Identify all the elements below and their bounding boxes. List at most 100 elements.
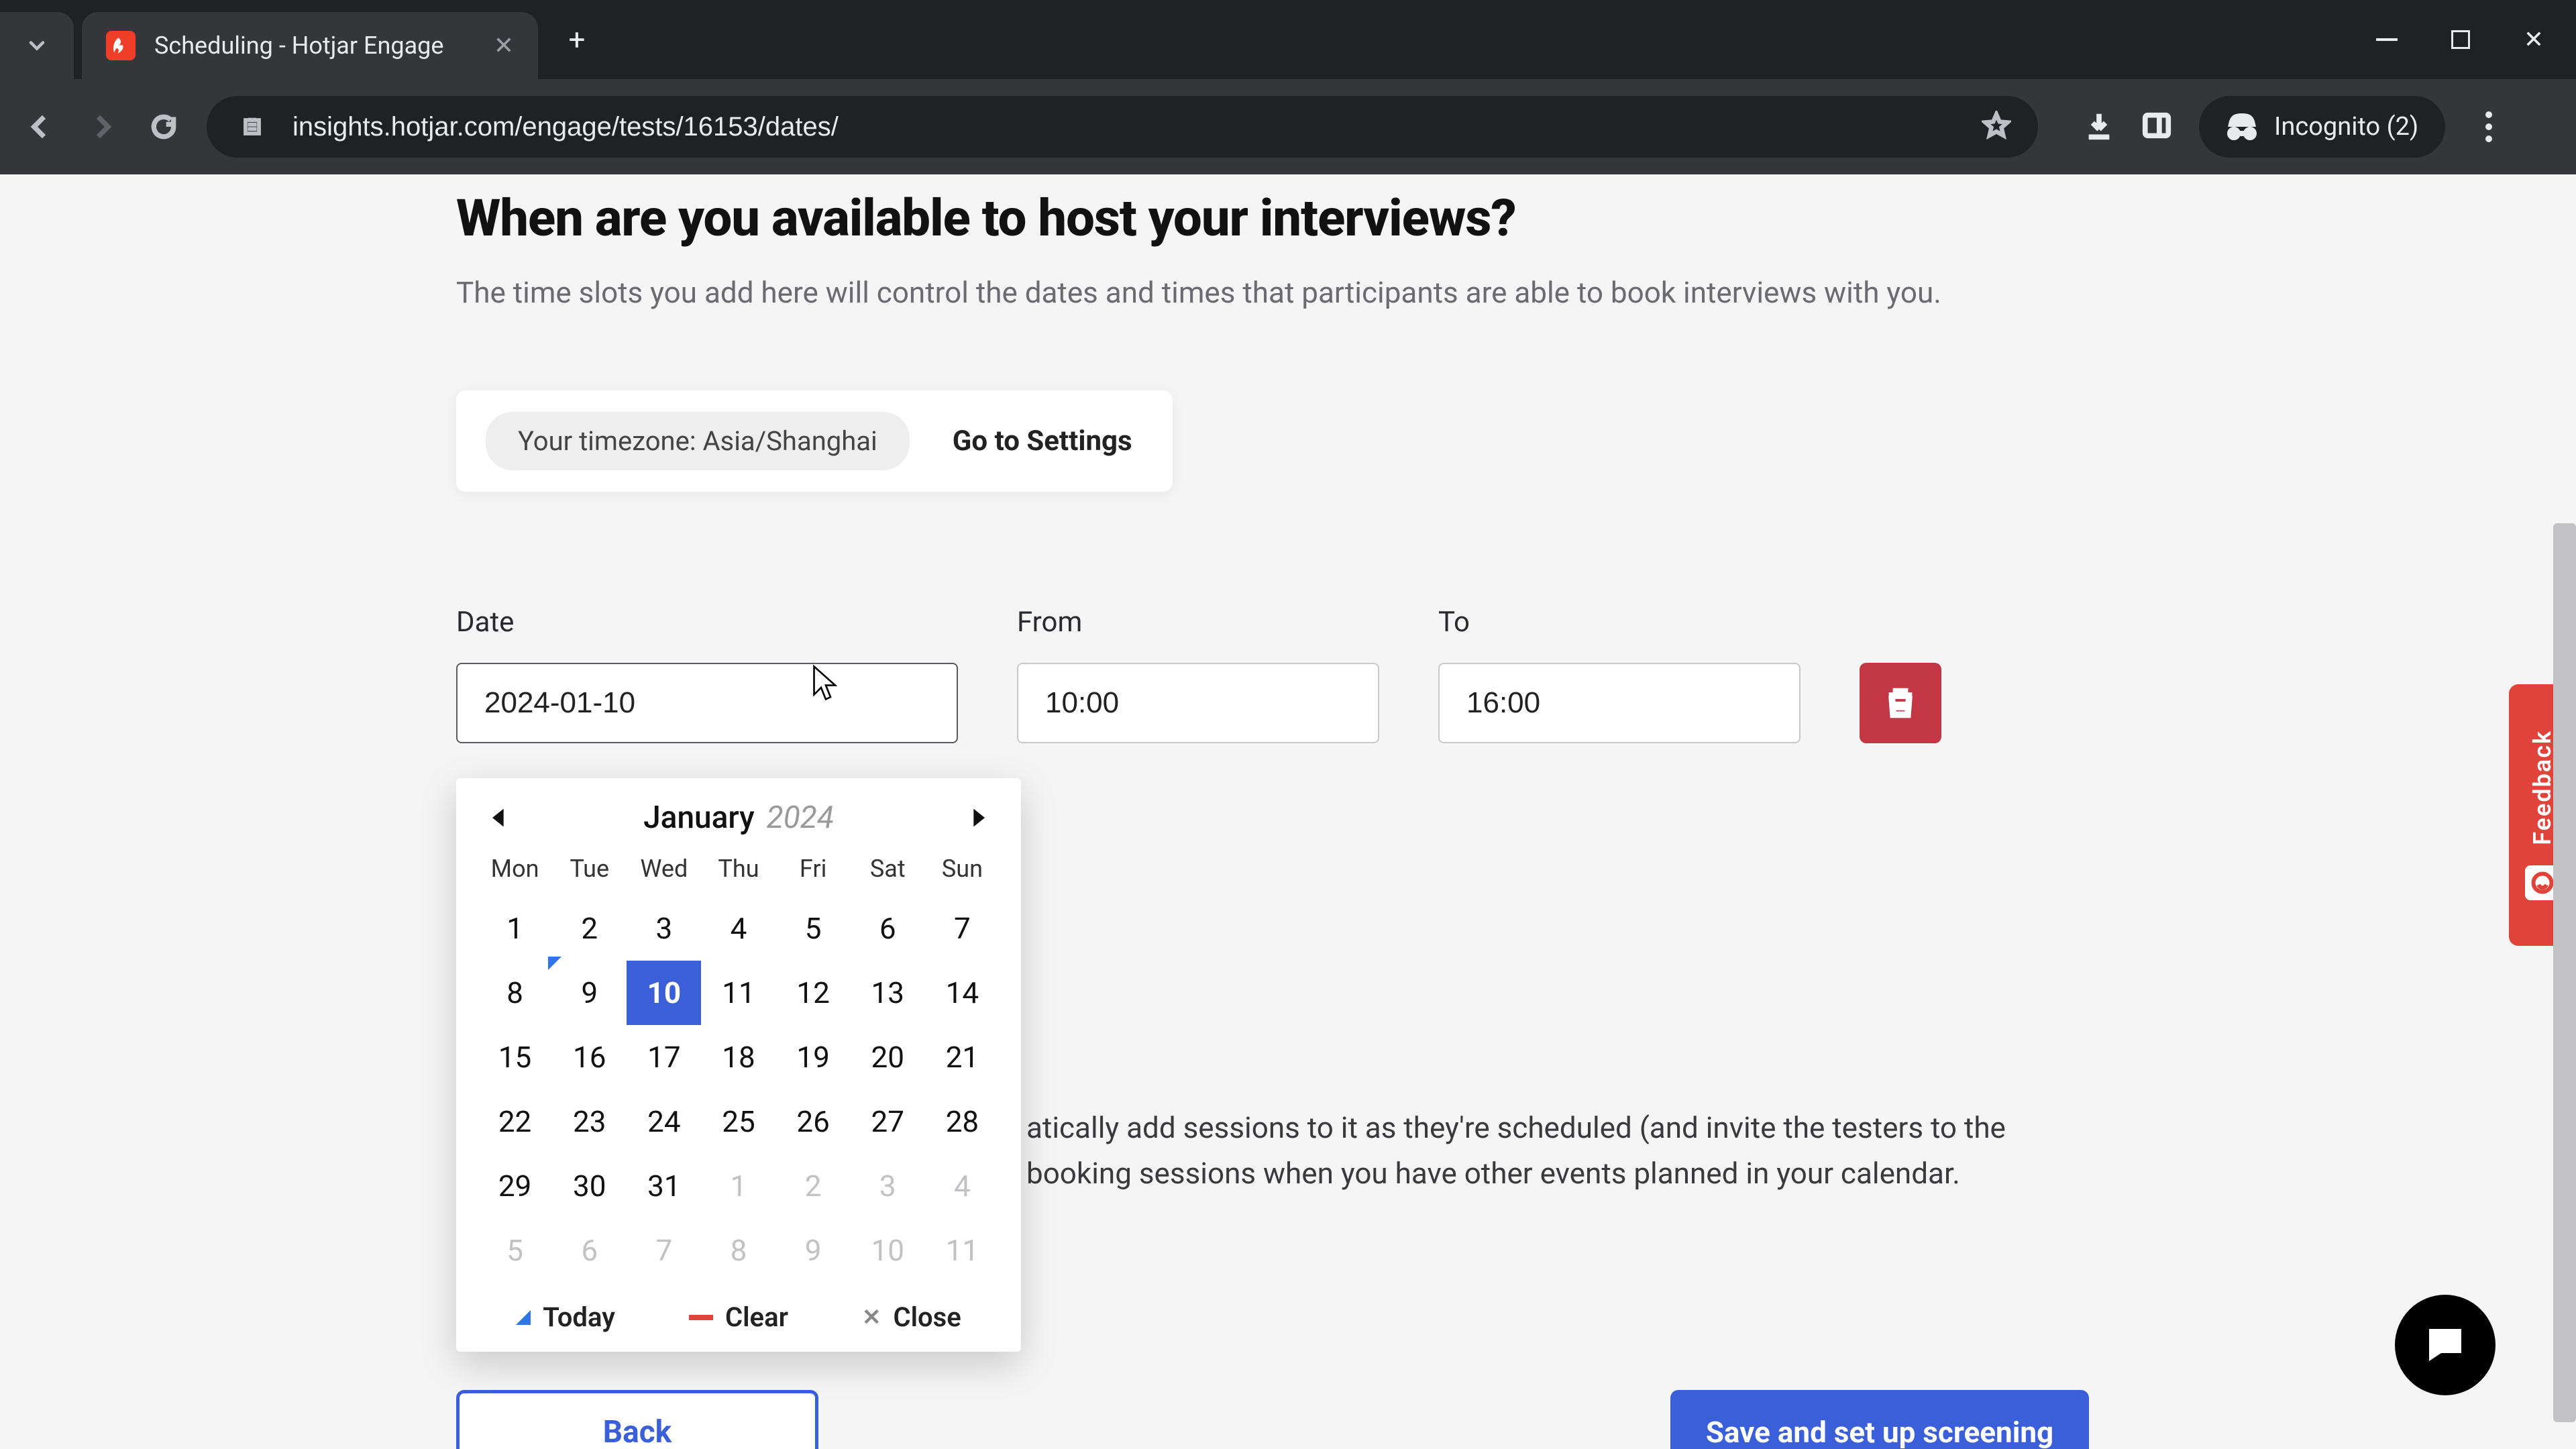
today-marker-icon [516,1310,531,1325]
calendar-day[interactable]: 4 [701,896,775,961]
close-marker-icon: ✕ [862,1304,881,1331]
calendar-day[interactable]: 12 [776,961,851,1025]
calendar-day[interactable]: 20 [851,1025,925,1089]
calendar-day: 9 [776,1218,851,1283]
calendar-day: 2 [776,1154,851,1218]
to-label: To [1438,606,1801,639]
reload-icon[interactable] [145,108,182,146]
calendar-today-button[interactable]: Today [516,1301,615,1333]
tab-close-icon[interactable]: ✕ [494,32,514,60]
date-input[interactable] [456,663,958,743]
calendar-day[interactable]: 29 [478,1154,552,1218]
incognito-label: Incognito (2) [2274,112,2418,142]
side-panel-icon[interactable] [2141,110,2172,144]
calendar-day[interactable]: 7 [925,896,1000,961]
calendar-day[interactable]: 3 [627,896,701,961]
address-bar[interactable] [207,96,2038,158]
window-close-icon[interactable]: ✕ [2524,25,2544,54]
settings-link[interactable]: Go to Settings [953,425,1132,458]
calendar-day[interactable]: 31 [627,1154,701,1218]
calendar-day[interactable]: 17 [627,1025,701,1089]
slot-row: Date From To [456,606,2093,743]
calendar-day: 7 [627,1218,701,1283]
calendar-close-button[interactable]: ✕Close [862,1301,961,1333]
timezone-card: Your timezone: Asia/Shanghai Go to Setti… [456,390,1173,492]
window-minimize-icon[interactable] [2376,38,2398,41]
calendar-day[interactable]: 5 [776,896,851,961]
calendar-day[interactable]: 22 [478,1089,552,1154]
browser-menu-icon[interactable] [2472,111,2506,142]
calendar-grid: MonTueWedThuFriSatSun1234567891011121314… [478,844,1000,1283]
calendar-day[interactable]: 23 [552,1089,627,1154]
chat-icon [2421,1321,2469,1369]
calendar-day[interactable]: 25 [701,1089,775,1154]
calendar-day[interactable]: 30 [552,1154,627,1218]
calendar-dow: Thu [701,844,775,896]
calendar-day: 6 [552,1218,627,1283]
tab-strip: Scheduling - Hotjar Engage ✕ + [0,0,597,79]
calendar-day[interactable]: 10 [627,961,701,1025]
browser-tab[interactable]: Scheduling - Hotjar Engage ✕ [82,12,538,79]
toolbar-right-icons: Incognito (2) [2084,96,2506,158]
calendar-day[interactable]: 19 [776,1025,851,1089]
timezone-chip: Your timezone: Asia/Shanghai [486,412,910,470]
calendar-day[interactable]: 9 [552,961,627,1025]
bookmark-star-icon[interactable] [1982,111,2011,143]
date-picker: January2024 MonTueWedThuFriSatSun1234567… [456,778,1021,1352]
calendar-day[interactable]: 6 [851,896,925,961]
calendar-day: 10 [851,1218,925,1283]
window-controls: ✕ [2376,0,2576,79]
calendar-day[interactable]: 13 [851,961,925,1025]
calendar-day[interactable]: 8 [478,961,552,1025]
calendar-header: January2024 [478,800,1000,844]
calendar-day[interactable]: 2 [552,896,627,961]
calendar-footer: Today Clear ✕Close [478,1283,1000,1333]
calendar-day[interactable]: 21 [925,1025,1000,1089]
from-input[interactable] [1017,663,1379,743]
save-button[interactable]: Save and set up screening [1670,1390,2089,1449]
browser-titlebar: Scheduling - Hotjar Engage ✕ + ✕ [0,0,2576,79]
clear-marker-icon [689,1315,713,1320]
calendar-month-year[interactable]: January2024 [643,800,834,836]
hotjar-favicon-icon [106,31,136,60]
calendar-clear-button[interactable]: Clear [689,1301,788,1333]
next-month-icon[interactable] [965,804,991,831]
date-field-group: Date [456,606,958,743]
calendar-dow: Mon [478,844,552,896]
incognito-badge[interactable]: Incognito (2) [2199,96,2445,158]
calendar-day[interactable]: 18 [701,1025,775,1089]
calendar-day: 1 [701,1154,775,1218]
calendar-day[interactable]: 16 [552,1025,627,1089]
calendar-dow: Wed [627,844,701,896]
chat-fab[interactable] [2395,1295,2496,1395]
calendar-day: 8 [701,1218,775,1283]
delete-slot-button[interactable] [1860,663,1941,743]
calendar-day: 5 [478,1218,552,1283]
page-viewport: When are you available to host your inte… [0,174,2576,1449]
calendar-day[interactable]: 1 [478,896,552,961]
calendar-day[interactable]: 26 [776,1089,851,1154]
tab-search-dropdown[interactable] [0,12,74,79]
calendar-day: 3 [851,1154,925,1218]
from-field-group: From [1017,606,1379,743]
downloads-icon[interactable] [2084,110,2114,144]
calendar-day[interactable]: 24 [627,1089,701,1154]
back-button[interactable]: Back [456,1390,818,1449]
vertical-scrollbar[interactable] [2553,523,2576,1422]
url-input[interactable] [292,112,1960,142]
to-input[interactable] [1438,663,1801,743]
calendar-day[interactable]: 27 [851,1089,925,1154]
back-icon[interactable] [21,108,59,146]
calendar-info-text: atically add sessions to it as they're s… [1026,1107,2073,1195]
page-subheading: The time slots you add here will control… [456,275,2093,310]
calendar-day[interactable]: 15 [478,1025,552,1089]
calendar-day[interactable]: 11 [701,961,775,1025]
new-tab-button[interactable]: + [557,19,597,60]
window-maximize-icon[interactable] [2451,30,2470,49]
calendar-day[interactable]: 14 [925,961,1000,1025]
site-info-icon[interactable] [233,108,271,146]
forward-icon[interactable] [83,108,121,146]
calendar-day[interactable]: 28 [925,1089,1000,1154]
main-content: When are you available to host your inte… [456,174,2093,743]
prev-month-icon[interactable] [486,804,513,831]
